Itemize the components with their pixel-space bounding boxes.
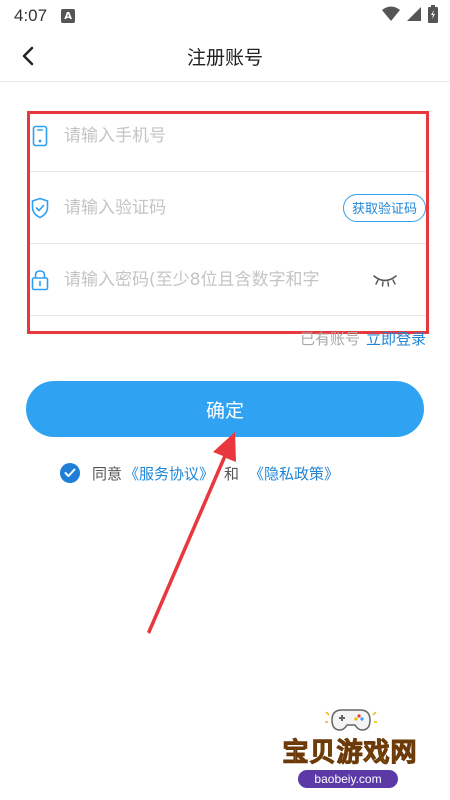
nav-bar: 注册账号 — [0, 32, 450, 82]
service-agreement-link[interactable]: 《服务协议》 — [124, 463, 214, 484]
get-code-button[interactable]: 获取验证码 — [342, 193, 426, 222]
watermark-title: 宝贝游戏网 — [282, 738, 418, 769]
watermark-url: baobeiy.com — [298, 770, 398, 788]
code-row: 获取验证码 — [28, 172, 426, 244]
agree-and: 和 — [224, 464, 240, 483]
phone-row — [28, 100, 426, 172]
phone-input[interactable] — [64, 125, 426, 146]
password-input[interactable] — [64, 269, 364, 290]
shield-check-icon — [30, 196, 50, 220]
back-button[interactable] — [14, 44, 42, 72]
page-title: 注册账号 — [186, 47, 263, 69]
check-icon — [64, 464, 76, 482]
phone-icon — [30, 124, 50, 148]
eye-closed-icon[interactable] — [370, 270, 400, 290]
status-bar: 4:07 A — [0, 0, 450, 32]
wifi-icon — [382, 6, 400, 26]
login-prompt: 已有账号 立即登录 — [300, 328, 426, 349]
login-link[interactable]: 立即登录 — [366, 328, 426, 349]
agree-checkbox[interactable] — [60, 463, 80, 483]
login-question: 已有账号 — [299, 330, 360, 348]
signal-icon — [406, 6, 422, 26]
confirm-button[interactable]: 确定 — [26, 381, 424, 437]
password-row — [28, 244, 426, 316]
status-time: 4:07 — [14, 6, 48, 25]
code-input[interactable] — [64, 197, 343, 218]
agreement-row: 同意 《服务协议》 和 《隐私政策》 — [60, 462, 341, 484]
lock-icon — [30, 268, 50, 292]
chevron-left-icon — [21, 46, 35, 70]
battery-icon — [428, 5, 438, 27]
privacy-policy-link[interactable]: 《隐私政策》 — [249, 463, 339, 484]
agree-prefix: 同意 — [92, 464, 123, 483]
notification-icon: A — [61, 9, 76, 23]
status-icons — [382, 5, 438, 27]
watermark: 宝贝游戏网 baobeiy.com — [270, 706, 430, 796]
gamepad-icon — [324, 706, 378, 734]
